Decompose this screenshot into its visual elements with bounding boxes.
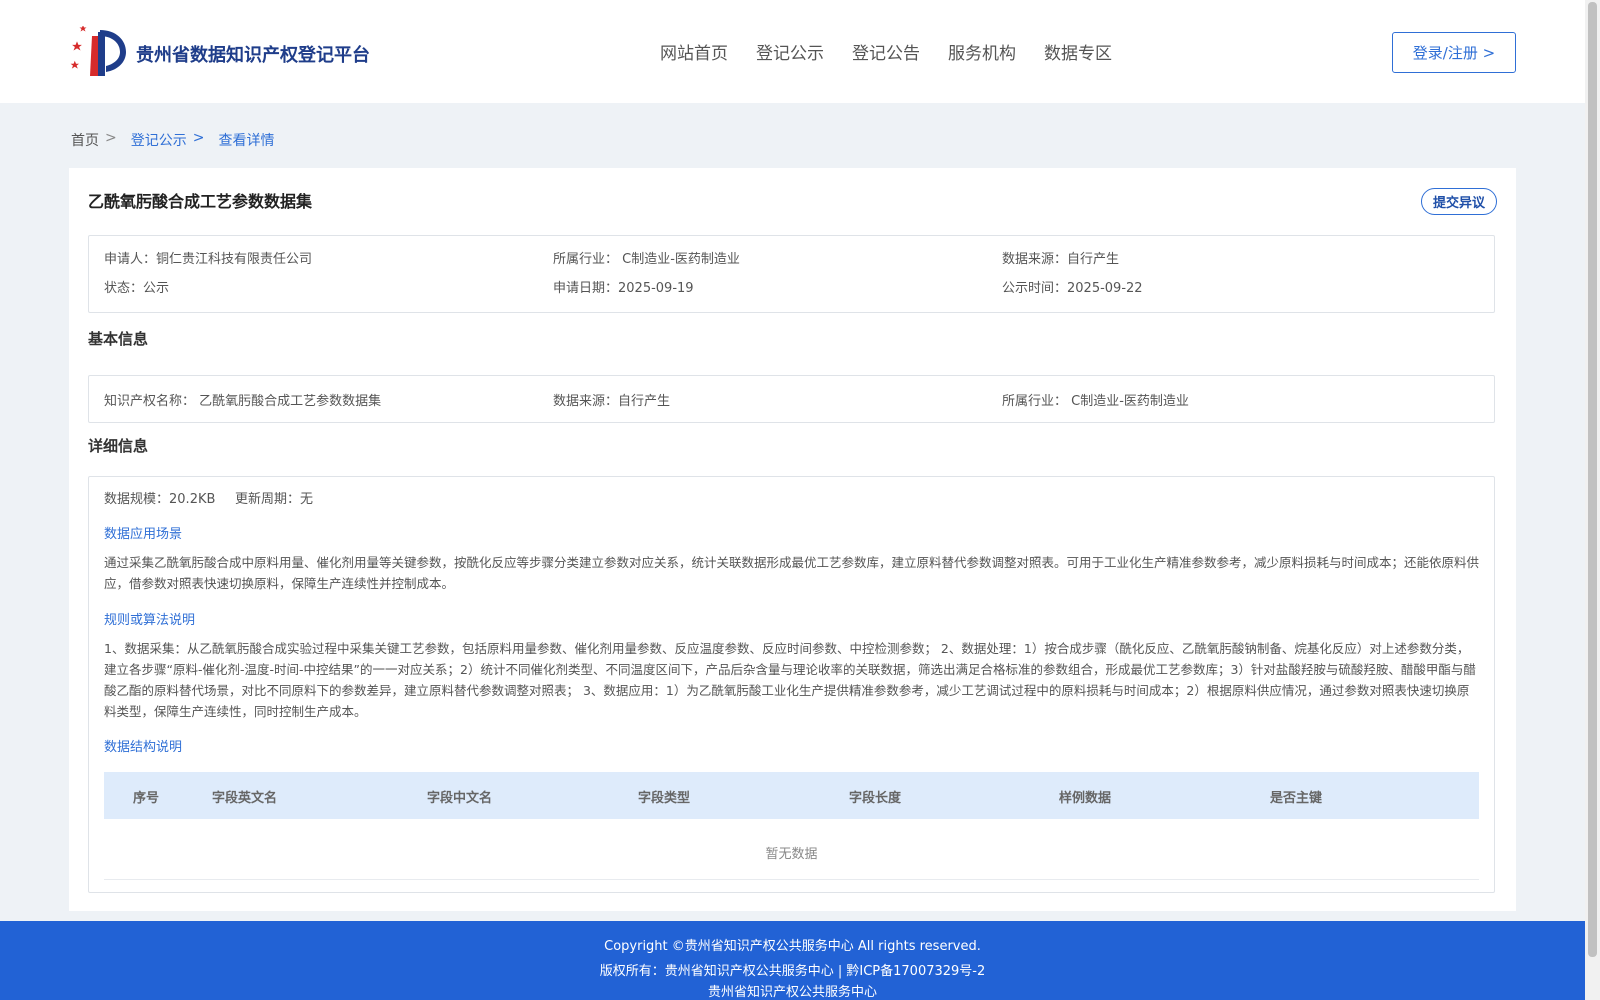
basic-info-box: 知识产权名称： 乙酰氧肟酸合成工艺参数数据集 数据来源：自行产生 所属行业： C… (88, 375, 1495, 423)
basic-source-field: 数据来源：自行产生 (553, 390, 670, 409)
applicant-label: 申请人： (104, 252, 157, 267)
application-scenario-text: 通过采集乙酰氧肟酸合成中原料用量、催化剂用量等关键参数，按酰化反应等步骤分类建立… (104, 555, 1480, 591)
industry-label: 所属行业： (553, 252, 619, 267)
source-value: 自行产生 (1067, 252, 1120, 267)
basic-industry-field: 所属行业： C制造业-医药制造业 (1002, 390, 1189, 409)
site-footer: Copyright ©贵州省知识产权公共服务中心 All rights rese… (0, 921, 1585, 1000)
col-field-length: 字段长度 (849, 791, 902, 806)
detail-info-box: 数据规模：20.2KB 更新周期：无 数据应用场景 通过采集乙酰氧肟酸合成中原料… (88, 476, 1495, 893)
data-scale-value: 20.2KB (169, 492, 216, 507)
update-cycle-value: 无 (300, 492, 314, 507)
breadcrumb: 首页 > 登记公示 > 查看详情 (71, 130, 274, 150)
industry-value: C制造业-医药制造业 (622, 252, 740, 267)
basic-source-value: 自行产生 (618, 394, 671, 409)
dataset-title: 乙酰氧肟酸合成工艺参数数据集 (88, 192, 313, 211)
platform-logo-icon[interactable] (70, 26, 128, 78)
nav-service-agency[interactable]: 服务机构 (948, 39, 1016, 64)
col-field-type: 字段类型 (638, 791, 691, 806)
main-nav: 网站首页 登记公示 登记公告 服务机构 数据专区 (660, 39, 1112, 64)
applicant-field: 申请人：铜仁贵江科技有限责任公司 (104, 248, 312, 267)
col-sample-data: 样例数据 (1059, 791, 1112, 806)
footer-rights-icp: 版权所有：贵州省知识产权公共服务中心 | 黔ICP备17007329号-2 (599, 964, 986, 979)
breadcrumb-separator: > (105, 130, 117, 146)
basic-industry-label: 所属行业： (1002, 394, 1068, 409)
status-value: 公示 (143, 281, 170, 296)
source-field: 数据来源：自行产生 (1002, 248, 1119, 267)
scrollbar-thumb[interactable] (1588, 2, 1597, 957)
col-primary-key: 是否主键 (1270, 791, 1323, 806)
breadcrumb-registration-public[interactable]: 登记公示 (131, 130, 187, 150)
col-index: 序号 (133, 791, 160, 806)
meta-info-box: 申请人：铜仁贵江科技有限责任公司 所属行业： C制造业-医药制造业 数据来源：自… (88, 235, 1495, 313)
basic-industry-value: C制造业-医药制造业 (1071, 394, 1189, 409)
basic-info-title: 基本信息 (88, 330, 149, 348)
status-field: 状态：公示 (104, 277, 169, 296)
basic-source-label: 数据来源： (553, 394, 619, 409)
rules-algorithm-title: 规则或算法说明 (104, 613, 196, 628)
breadcrumb-separator: > (192, 130, 205, 146)
update-cycle-field: 更新周期：无 (235, 488, 313, 507)
ip-name-label: 知识产权名称： (104, 394, 196, 409)
public-date-label: 公示时间： (1002, 281, 1068, 296)
data-scale-field: 数据规模：20.2KB (104, 488, 215, 507)
footer-copyright: Copyright ©贵州省知识产权公共服务中心 All rights rese… (604, 939, 981, 954)
apply-date-field: 申请日期：2025-09-19 (553, 277, 694, 296)
applicant-value: 铜仁贵江科技有限责任公司 (156, 252, 313, 267)
col-field-en-name: 字段英文名 (212, 791, 278, 806)
data-structure-table-header: 序号 字段英文名 字段中文名 字段类型 字段长度 样例数据 是否主键 (104, 772, 1479, 819)
breadcrumb-home[interactable]: 首页 (71, 130, 99, 150)
submit-objection-button[interactable]: 提交异议 (1421, 188, 1497, 215)
login-register-button[interactable]: 登录/注册 > (1392, 32, 1516, 73)
nav-registration-public[interactable]: 登记公示 (756, 39, 824, 64)
apply-date-label: 申请日期： (553, 281, 619, 296)
col-field-cn-name: 字段中文名 (427, 791, 493, 806)
status-label: 状态： (104, 281, 144, 296)
public-date-field: 公示时间：2025-09-22 (1002, 277, 1143, 296)
detail-card: 乙酰氧肟酸合成工艺参数数据集 提交异议 申请人：铜仁贵江科技有限责任公司 所属行… (69, 168, 1516, 911)
nav-home[interactable]: 网站首页 (660, 39, 728, 64)
table-divider (104, 879, 1479, 880)
update-cycle-label: 更新周期： (235, 492, 301, 507)
site-header: 贵州省数据知识产权登记平台 网站首页 登记公示 登记公告 服务机构 数据专区 登… (0, 0, 1585, 103)
nav-registration-notice[interactable]: 登记公告 (852, 39, 920, 64)
site-title[interactable]: 贵州省数据知识产权登记平台 (136, 41, 370, 67)
detail-info-title: 详细信息 (88, 437, 149, 455)
data-structure-title: 数据结构说明 (104, 740, 183, 755)
industry-field: 所属行业： C制造业-医药制造业 (553, 248, 740, 267)
ip-name-value: 乙酰氧肟酸合成工艺参数数据集 (199, 394, 382, 409)
page-scrollbar[interactable] (1585, 0, 1600, 1000)
nav-data-zone[interactable]: 数据专区 (1044, 39, 1112, 64)
footer-organization: 贵州省知识产权公共服务中心 (707, 985, 877, 1000)
ip-name-field: 知识产权名称： 乙酰氧肟酸合成工艺参数数据集 (104, 390, 381, 409)
table-empty-text: 暂无数据 (765, 847, 818, 862)
application-scenario-title: 数据应用场景 (104, 527, 183, 542)
public-date-value: 2025-09-22 (1067, 281, 1143, 296)
rules-algorithm-text: 1、数据采集：从乙酰氧肟酸合成实验过程中采集关键工艺参数，包括原料用量参数、催化… (104, 641, 1476, 719)
apply-date-value: 2025-09-19 (618, 281, 694, 296)
data-scale-label: 数据规模： (104, 492, 170, 507)
breadcrumb-current: 查看详情 (218, 133, 275, 149)
source-label: 数据来源： (1002, 252, 1068, 267)
